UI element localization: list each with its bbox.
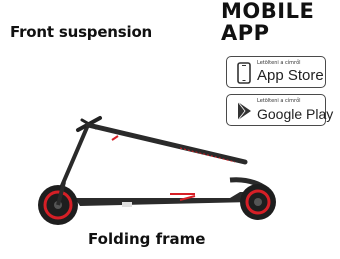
folded-scooter-image [38, 116, 276, 225]
phone-icon [237, 62, 251, 84]
app-store-badge[interactable]: Letölteni a címről App Store [226, 56, 326, 88]
google-play-small-text: Letölteni a címről [257, 98, 301, 104]
folding-frame-label: Folding frame [88, 230, 206, 248]
mobile-app-title-line2: APP [221, 21, 270, 45]
app-store-small-text: Letölteni a címről [257, 60, 301, 66]
app-store-text: App Store [257, 67, 324, 84]
mobile-app-title: MOBILE APP [221, 0, 314, 44]
front-suspension-label: Front suspension [10, 23, 153, 41]
mobile-app-title-line1: MOBILE [221, 0, 315, 23]
